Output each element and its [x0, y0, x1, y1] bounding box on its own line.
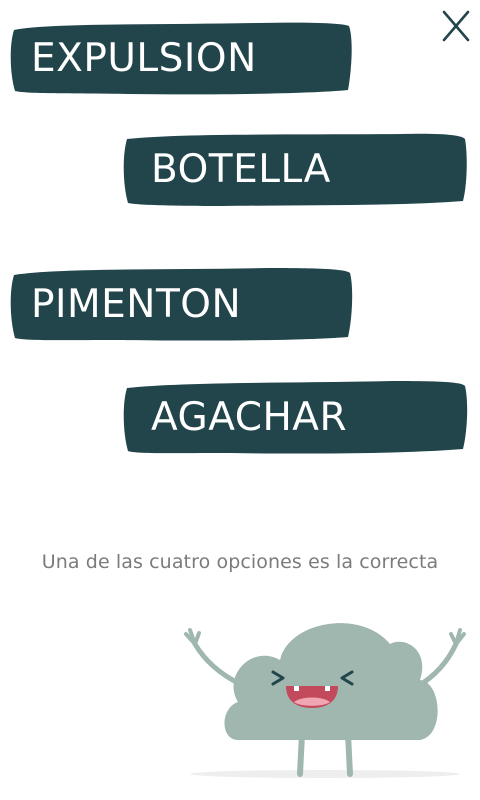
option-label: BOTELLA [151, 146, 331, 192]
option-button-4[interactable]: AGACHAR [122, 379, 468, 455]
close-icon [442, 10, 470, 42]
option-label: AGACHAR [151, 394, 348, 440]
option-button-3[interactable]: PIMENTON [8, 266, 353, 342]
hint-text: Una de las cuatro opciones es la correct… [41, 551, 439, 573]
option-label: PIMENTON [31, 281, 242, 327]
option-button-2[interactable]: BOTELLA [122, 131, 468, 207]
happy-cloud-mascot-icon [184, 623, 466, 778]
quiz-screen: EXPULSION BOTELLA PIMENTON AGACHAR Una d… [0, 0, 480, 800]
option-button-1[interactable]: EXPULSION [8, 20, 352, 96]
close-button[interactable] [436, 4, 476, 44]
option-label: EXPULSION [31, 35, 257, 81]
